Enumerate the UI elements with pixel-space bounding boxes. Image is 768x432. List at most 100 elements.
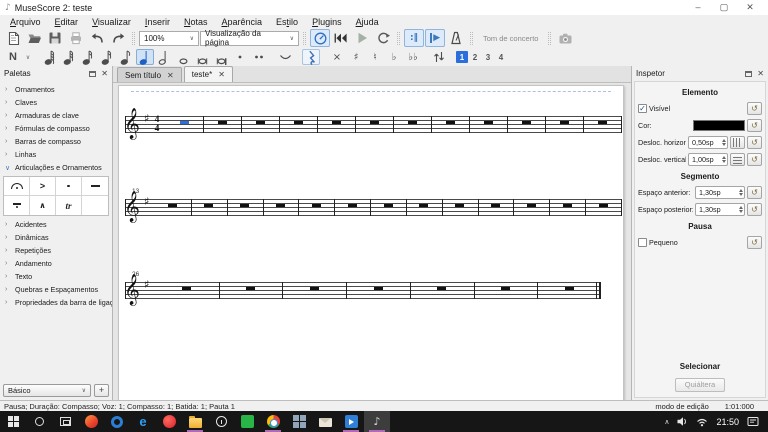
play-button[interactable] xyxy=(352,29,372,47)
reset-h-offset-button[interactable]: ↺ xyxy=(747,136,762,149)
h-offset-snap-icon[interactable] xyxy=(730,136,745,149)
taskbar-app-red-circle[interactable] xyxy=(156,411,182,432)
color-swatch[interactable] xyxy=(693,120,745,131)
print-button[interactable] xyxy=(66,29,86,47)
duration-16th[interactable] xyxy=(98,49,116,65)
view-mode-select[interactable]: Visualização da página∨ xyxy=(200,31,299,46)
undo-button[interactable] xyxy=(87,29,107,47)
palette-cell-fermata[interactable] xyxy=(4,177,30,196)
palette-item-texto[interactable]: ›Texto xyxy=(0,270,112,283)
palette-item-f-rmulas-de-compasso[interactable]: ›Fórmulas de compasso xyxy=(0,122,112,135)
palette-item-articula-es-e-ornamentos[interactable]: ∨Articulações e Ornamentos xyxy=(0,161,112,174)
score-page[interactable]: 𝄞♯4413𝄞♯26𝄞♯ xyxy=(118,85,624,400)
close-icon[interactable]: ✕ xyxy=(101,71,108,77)
loop-playback-button[interactable] xyxy=(373,29,393,47)
tray-expand-icon[interactable]: ∧ xyxy=(664,418,669,426)
measure-rest[interactable] xyxy=(384,204,393,207)
measure-rest[interactable] xyxy=(455,204,464,207)
action-center-icon[interactable] xyxy=(747,416,759,427)
measure-rest[interactable] xyxy=(522,121,531,124)
image-capture-button[interactable] xyxy=(555,29,575,47)
tie-button[interactable] xyxy=(276,49,294,65)
palette-cell-trill[interactable]: tr xyxy=(56,196,82,215)
voice-4[interactable]: 4 xyxy=(495,51,507,63)
tab-teste-[interactable]: teste*✕ xyxy=(184,66,233,82)
palette-item-andamento[interactable]: ›Andamento xyxy=(0,257,112,270)
network-icon[interactable] xyxy=(696,416,708,427)
measure-rest[interactable] xyxy=(332,121,341,124)
menu-arquivo[interactable]: Arquivo xyxy=(3,17,48,27)
visible-checkbox[interactable]: ✓ xyxy=(638,104,647,113)
measure-rest[interactable] xyxy=(560,121,569,124)
cortana-search-button[interactable] xyxy=(26,411,52,432)
note-input-toggle[interactable]: N xyxy=(4,49,22,65)
small-checkbox[interactable] xyxy=(638,238,647,247)
reset-visible-button[interactable]: ↺ xyxy=(747,102,762,115)
play-panel-toggle[interactable] xyxy=(310,29,330,47)
taskbar-app-alarms[interactable] xyxy=(208,411,234,432)
measure-rest[interactable] xyxy=(437,287,446,290)
palette-cell-staccato[interactable] xyxy=(56,177,82,196)
v-offset-snap-icon[interactable] xyxy=(730,153,745,166)
measure-rest[interactable] xyxy=(446,121,455,124)
palette-item-claves[interactable]: ›Claves xyxy=(0,96,112,109)
palette-item-armaduras-de-clave[interactable]: ›Armaduras de clave xyxy=(0,109,112,122)
menu-ajuda[interactable]: Ajuda xyxy=(349,17,386,27)
note-input-mode-arrow[interactable]: ∨ xyxy=(23,49,33,65)
close-button[interactable]: ✕ xyxy=(737,0,763,15)
restore-button[interactable]: ▢ xyxy=(711,0,737,15)
treble-clef[interactable]: 𝄞 xyxy=(124,275,140,305)
accidental-sharp[interactable]: ♯ xyxy=(347,49,365,65)
metronome-toggle[interactable] xyxy=(446,29,466,47)
close-icon[interactable]: ✕ xyxy=(757,71,764,77)
key-signature-sharp[interactable]: ♯ xyxy=(144,112,149,125)
workspace-select[interactable]: Básico∨ xyxy=(3,384,91,397)
voice-1[interactable]: 1 xyxy=(456,51,468,63)
clock-text[interactable]: 21:50 xyxy=(716,417,739,427)
menu-inserir[interactable]: Inserir xyxy=(138,17,177,27)
palette-item-propriedades-da-barra-de-liga-o[interactable]: ›Propriedades da barra de ligação xyxy=(0,296,112,309)
palette-item-quebras-e-espa-amentos[interactable]: ›Quebras e Espaçamentos xyxy=(0,283,112,296)
reset-small-button[interactable]: ↺ xyxy=(747,236,762,249)
duration-64th[interactable] xyxy=(60,49,78,65)
palette-item-barras-de-compasso[interactable]: ›Barras de compasso xyxy=(0,135,112,148)
menu-aparência[interactable]: Aparência xyxy=(214,17,269,27)
concert-pitch-toggle[interactable]: Tom de concerto xyxy=(477,32,544,45)
measure-rest[interactable] xyxy=(276,204,285,207)
duration-32nd[interactable] xyxy=(79,49,97,65)
rewind-button[interactable] xyxy=(331,29,351,47)
menu-notas[interactable]: Notas xyxy=(177,17,215,27)
accidental-double-sharp[interactable]: × xyxy=(328,49,346,65)
measure-rest[interactable] xyxy=(182,287,191,290)
tab-close-icon[interactable]: ✕ xyxy=(218,70,225,79)
volume-icon[interactable] xyxy=(677,416,688,427)
measure-rest[interactable] xyxy=(204,204,213,207)
menu-plugins[interactable]: Plugins xyxy=(305,17,349,27)
accidental-natural[interactable]: ♮ xyxy=(366,49,384,65)
flip-direction-button[interactable] xyxy=(430,49,448,65)
score-canvas[interactable]: 𝄞♯4413𝄞♯26𝄞♯ xyxy=(113,83,631,400)
accidental-flat[interactable]: ♭ xyxy=(385,49,403,65)
double-augmentation-dot[interactable] xyxy=(250,49,268,65)
palette-cell-tenuto[interactable] xyxy=(82,177,108,196)
palette-item-acidentes[interactable]: ›Acidentes xyxy=(0,218,112,231)
measure-rest[interactable] xyxy=(370,121,379,124)
measure-rest[interactable] xyxy=(527,204,536,207)
taskbar-app-chrome[interactable] xyxy=(260,411,286,432)
v-offset-spinbox[interactable]: 1,00sp xyxy=(688,153,728,166)
duration-128th[interactable] xyxy=(41,49,59,65)
measure-rest[interactable] xyxy=(491,204,500,207)
accidental-double-flat[interactable]: ♭♭ xyxy=(404,49,422,65)
voice-2[interactable]: 2 xyxy=(469,51,481,63)
tuplet-select-button[interactable]: Quiáltera xyxy=(675,378,725,392)
measure-rest[interactable] xyxy=(310,287,319,290)
tab-sem-t-tulo[interactable]: Sem título✕ xyxy=(117,67,182,82)
palette-cell-accent[interactable]: > xyxy=(30,177,56,196)
taskbar-app-musescore[interactable]: ♪ xyxy=(364,411,390,432)
taskbar-app-store-grid[interactable] xyxy=(286,411,312,432)
start-button[interactable] xyxy=(0,411,26,432)
measure-rest[interactable] xyxy=(598,121,607,124)
reset-leading-space-button[interactable]: ↺ xyxy=(747,186,762,199)
palette-item-din-micas[interactable]: ›Dinâmicas xyxy=(0,231,112,244)
taskbar-app-blue-ring[interactable] xyxy=(104,411,130,432)
